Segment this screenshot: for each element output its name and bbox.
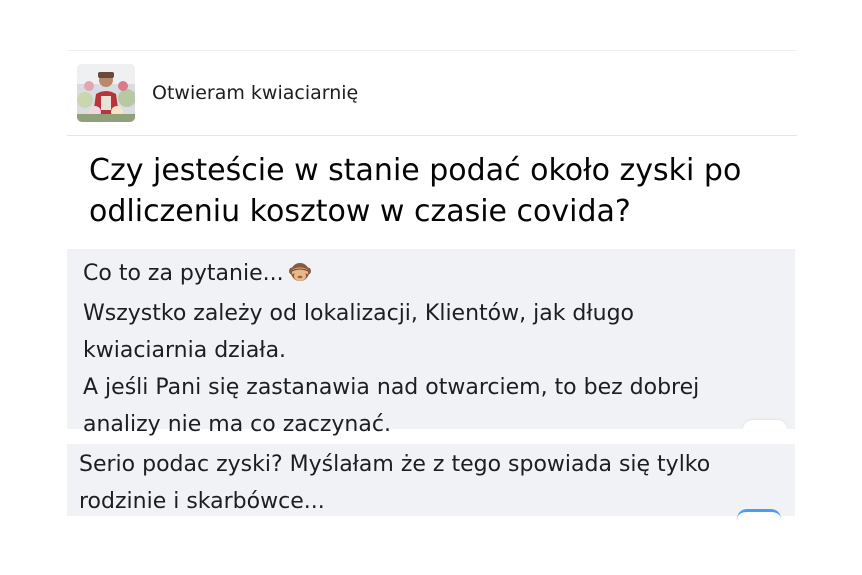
comment-line: A jeśli Pani się zastanawia nad otwarcie…: [83, 375, 700, 400]
see-no-evil-monkey-icon: [288, 258, 312, 295]
comment-line: analizy nie ma co zaczynać.: [83, 412, 391, 437]
question-line: Czy jesteście w stanie podać około zyski…: [89, 153, 742, 188]
reaction-badge[interactable]: [743, 420, 787, 430]
comment-line: kwiaciarnia działa.: [83, 338, 287, 363]
florist-avatar-icon: [77, 64, 135, 122]
comment-text: Co to za pytanie... Wszystko zależy od l…: [83, 255, 783, 443]
post-header: Otwieram kwiaciarnię: [67, 60, 797, 134]
question-line: odliczeniu kosztow w czasie covida?: [89, 194, 631, 229]
top-divider: [67, 50, 797, 51]
post-card: Otwieram kwiaciarnię Czy jesteście w sta…: [67, 50, 797, 520]
comment-text: Serio podac zyski? Myślałam że z tego sp…: [79, 446, 779, 520]
comment-bubble[interactable]: Serio podac zyski? Myślałam że z tego sp…: [67, 444, 795, 516]
comment-bubble[interactable]: Co to za pytanie... Wszystko zależy od l…: [67, 249, 795, 437]
comment-line-text: Co to za pytanie...: [83, 261, 284, 286]
group-name[interactable]: Otwieram kwiaciarnię: [152, 82, 358, 104]
comment-line: Co to za pytanie...: [83, 255, 783, 295]
comment-line: Wszystko zależy od lokalizacji, Klientów…: [83, 301, 635, 326]
header-divider: [67, 135, 797, 136]
comment-line: Serio podac zyski? Myślałam że z tego sp…: [79, 452, 711, 477]
group-avatar[interactable]: [77, 64, 135, 122]
post-question: Czy jesteście w stanie podać około zyski…: [89, 150, 789, 232]
like-reaction-badge[interactable]: [737, 509, 781, 519]
comment-line: rodzinie i skarbówce...: [79, 489, 325, 514]
